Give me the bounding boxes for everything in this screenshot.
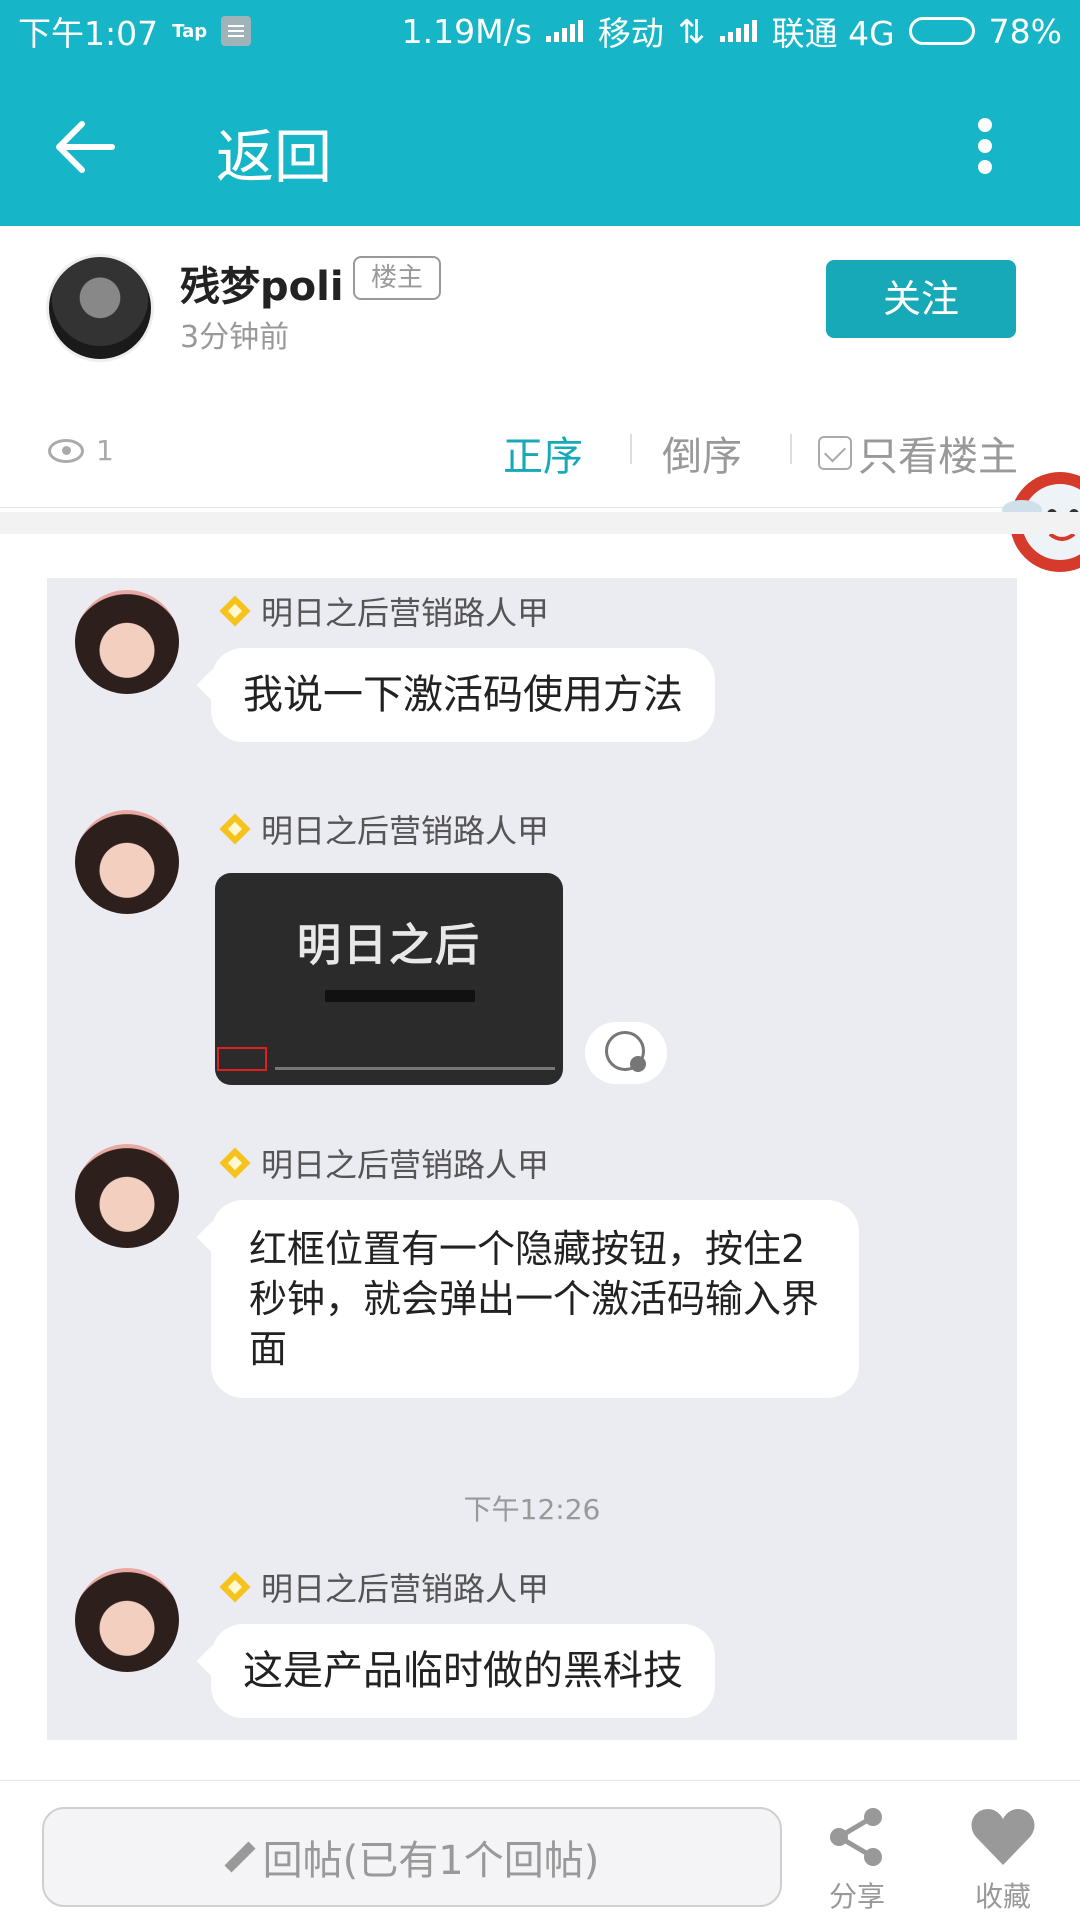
diamond-icon — [217, 593, 253, 629]
share-icon — [830, 1808, 882, 1866]
emoji-add-icon — [605, 1031, 646, 1072]
battery-percent: 78% — [988, 11, 1062, 51]
checkbox-icon — [818, 436, 852, 470]
author-avatar[interactable] — [46, 254, 154, 362]
favorite-button[interactable]: 收藏 — [958, 1803, 1048, 1913]
only-owner-label: 只看楼主 — [858, 434, 1018, 480]
follow-button[interactable]: 关注 — [826, 260, 1016, 338]
game-footer-text — [275, 1067, 555, 1070]
sender-avatar — [75, 810, 179, 914]
chat-time-divider: 下午12:26 — [463, 1493, 601, 1526]
app-bar: 返回 — [0, 62, 1080, 226]
diamond-icon — [217, 811, 253, 847]
emoji-reaction-button — [585, 1022, 667, 1084]
divider — [630, 434, 632, 464]
tap-app-icon: Tap — [172, 20, 208, 42]
owner-badge: 楼主 — [353, 256, 441, 300]
sender-name: 明日之后营销路人甲 — [261, 812, 550, 850]
status-time: 下午1:07 — [18, 14, 159, 53]
game-input-bar — [325, 990, 475, 1002]
message-bubble: 这是产品临时做的黑科技 — [211, 1624, 715, 1718]
carrier-1: 移动 — [597, 14, 664, 53]
view-count-value: 1 — [96, 434, 114, 467]
sender-avatar — [75, 1568, 179, 1672]
post-time: 3分钟前 — [180, 320, 290, 355]
sort-ascending-tab[interactable]: 正序 — [503, 424, 583, 482]
carrier-2: 联通 4G — [771, 14, 895, 53]
notification-icon — [221, 16, 252, 46]
divider — [790, 434, 792, 464]
signal-icon — [545, 20, 584, 42]
view-count: 1 — [48, 434, 114, 467]
reply-placeholder: 回帖(已有1个回帖) — [262, 1838, 600, 1884]
bottom-bar: 回帖(已有1个回帖) 分享 收藏 — [0, 1780, 1080, 1920]
diamond-icon — [217, 1145, 253, 1181]
pencil-icon — [225, 1842, 255, 1872]
sender-name: 明日之后营销路人甲 — [261, 594, 550, 632]
share-label: 分享 — [828, 1880, 885, 1913]
eye-icon — [48, 438, 84, 463]
sender-avatar — [75, 1144, 179, 1248]
message-bubble: 红框位置有一个隐藏按钮，按住2秒钟，就会弹出一个激活码输入界面 — [211, 1200, 859, 1398]
sort-descending-tab[interactable]: 倒序 — [662, 424, 742, 482]
sender-avatar — [75, 590, 179, 694]
game-screenshot-image: 明日之后 — [215, 873, 563, 1085]
back-label[interactable]: 返回 — [216, 110, 332, 194]
arrow-left-icon — [56, 121, 115, 173]
sender-name: 明日之后营销路人甲 — [261, 1146, 550, 1184]
network-speed: 1.19M/s — [401, 11, 532, 51]
author-name[interactable]: 残梦poli — [180, 254, 344, 312]
signal-icon-2 — [719, 20, 758, 42]
post-author: 残梦poli 楼主 3分钟前 关注 — [0, 226, 1080, 396]
more-options-button[interactable] — [965, 114, 1005, 184]
sender-name-row: 明日之后营销路人甲 — [217, 1564, 549, 1610]
back-button[interactable] — [50, 112, 120, 182]
post-image-chat[interactable]: 明日之后营销路人甲 我说一下激活码使用方法 明日之后营销路人甲 明日之后 明日之… — [47, 578, 1017, 1740]
share-button[interactable]: 分享 — [812, 1803, 902, 1913]
only-owner-toggle[interactable]: 只看楼主 — [818, 424, 1018, 482]
diamond-icon — [217, 1569, 253, 1605]
favorite-label: 收藏 — [974, 1880, 1031, 1913]
heart-icon — [971, 1809, 1035, 1865]
section-gap — [0, 512, 1080, 534]
sender-name: 明日之后营销路人甲 — [261, 1570, 550, 1608]
battery-icon — [908, 17, 975, 45]
sender-name-row: 明日之后营销路人甲 — [217, 1140, 549, 1186]
data-transfer-icon: ⇅ — [677, 11, 706, 51]
filter-bar: 1 正序 倒序 只看楼主 — [0, 400, 1080, 508]
reply-input[interactable]: 回帖(已有1个回帖) — [42, 1807, 782, 1907]
game-logo-text: 明日之后 — [297, 920, 481, 971]
status-bar: 下午1:07 Tap 1.19M/s 移动 ⇅ 联通 4G 78% — [0, 0, 1080, 62]
message-bubble: 我说一下激活码使用方法 — [211, 648, 715, 742]
sender-name-row: 明日之后营销路人甲 — [217, 806, 549, 852]
more-vertical-icon — [978, 118, 992, 132]
sender-name-row: 明日之后营销路人甲 — [217, 588, 549, 634]
red-highlight-box — [217, 1047, 267, 1071]
